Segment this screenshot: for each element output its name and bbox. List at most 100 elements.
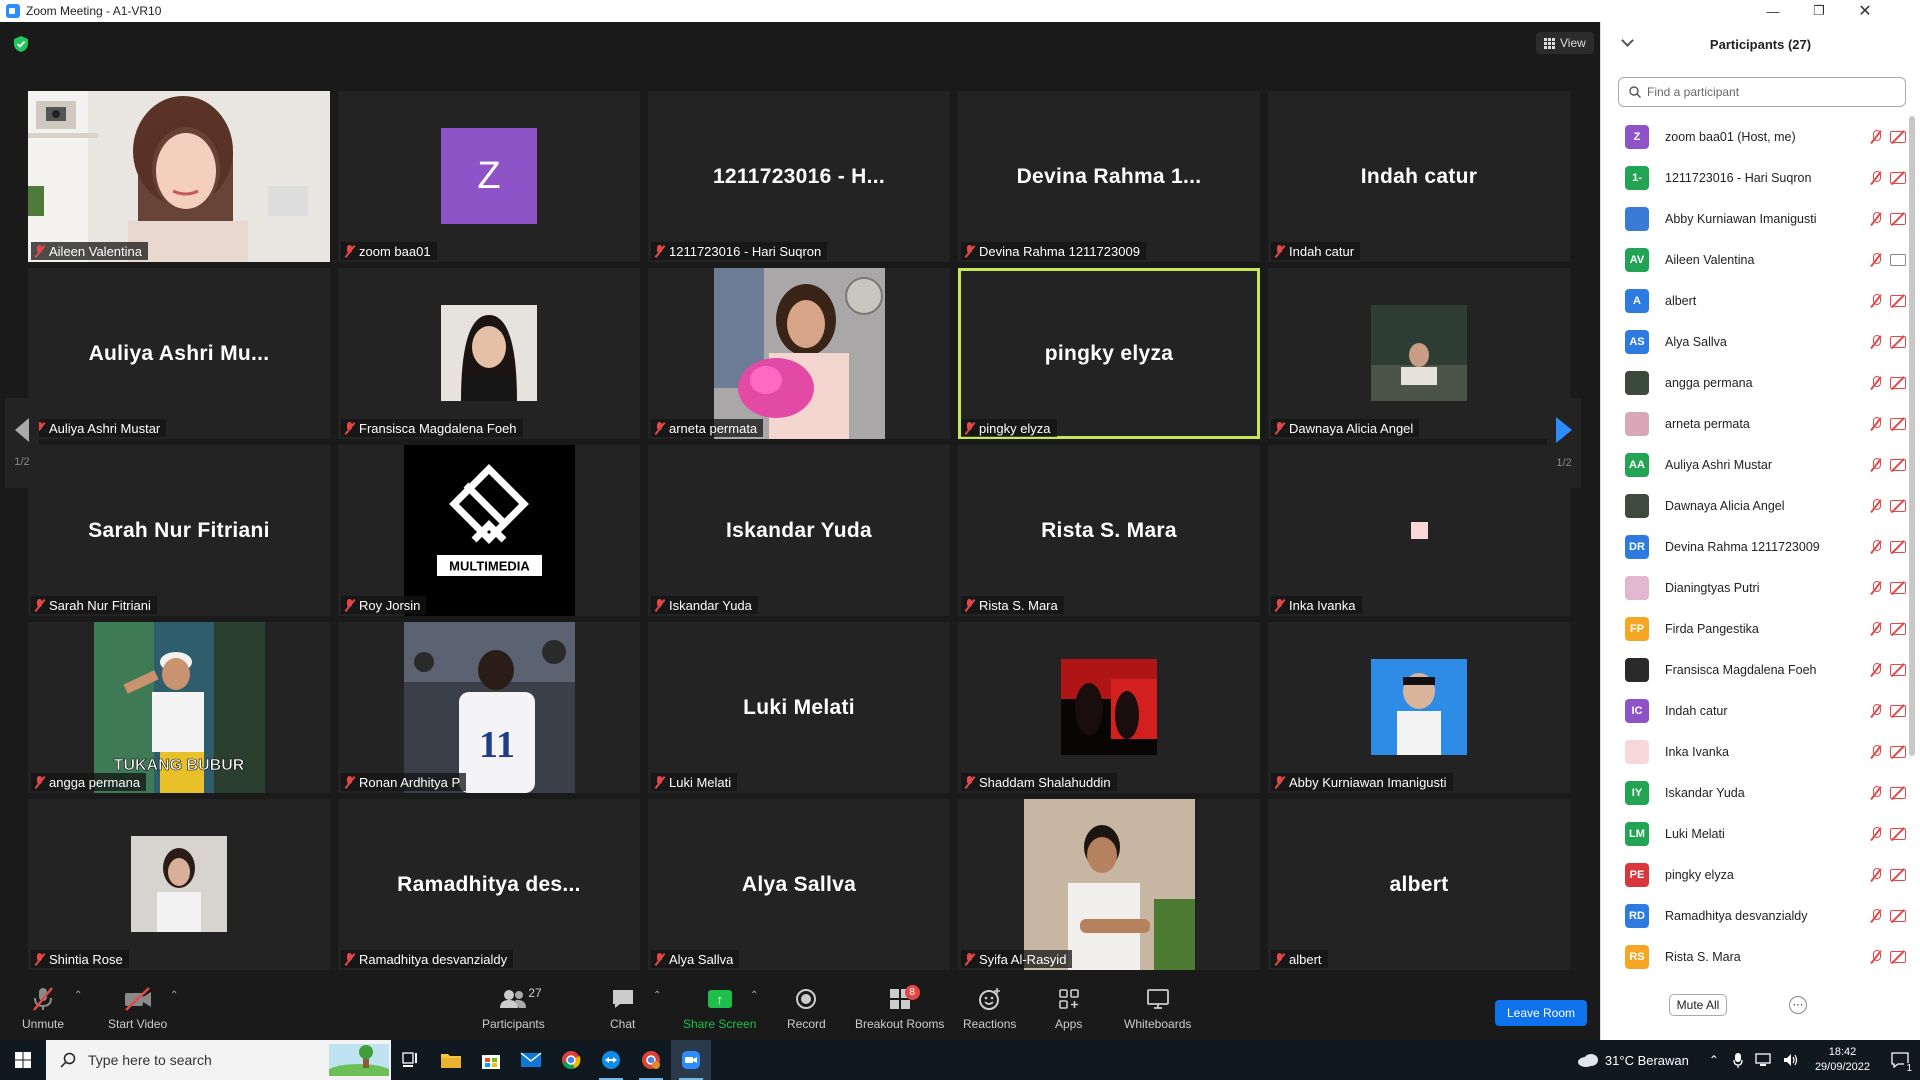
video-options-caret-icon[interactable]: ⌃ <box>170 990 178 1001</box>
volume-icon[interactable] <box>1783 1053 1799 1067</box>
participant-row[interactable]: 1- 1211723016 - Hari Suqron <box>1601 157 1906 198</box>
participant-row[interactable]: IY Iskandar Yuda <box>1601 772 1906 813</box>
video-tile[interactable]: Abby Kurniawan Imanigusti <box>1268 622 1570 793</box>
microphone-icon[interactable] <box>1733 1052 1743 1068</box>
video-tile[interactable]: Shintia Rose <box>28 799 330 970</box>
taskbar-clock[interactable]: 18:42 29/09/2022 <box>1815 1045 1870 1075</box>
participant-row[interactable]: Zzoom baa01 (Host, me) <box>1601 116 1906 157</box>
teamviewer-app[interactable] <box>591 1040 631 1080</box>
video-tile[interactable]: Luki Melati Luki Melati <box>648 622 950 793</box>
participant-row[interactable]: FP Firda Pangestika <box>1601 608 1906 649</box>
start-video-button[interactable]: Start Video <box>108 986 167 1031</box>
encryption-shield-icon[interactable] <box>14 36 28 52</box>
leave-room-button[interactable]: Leave Room <box>1495 1000 1587 1026</box>
participant-row[interactable]: Abby Kurniawan Imanigusti <box>1601 198 1906 239</box>
participant-row[interactable]: AV Aileen Valentina <box>1601 239 1906 280</box>
show-hidden-icons-chevron-icon[interactable]: ⌃ <box>1709 1053 1719 1067</box>
mute-all-button[interactable]: Mute All <box>1669 994 1727 1016</box>
participant-row[interactable]: Dianingtyas Putri <box>1601 567 1906 608</box>
file-explorer-app[interactable] <box>431 1040 471 1080</box>
video-tile[interactable]: Shaddam Shalahuddin <box>958 622 1260 793</box>
windows-logo-icon <box>15 1052 31 1068</box>
task-view-button[interactable] <box>391 1040 431 1080</box>
video-tile[interactable]: 11 Ronan Ardhitya P <box>338 622 640 793</box>
participant-row[interactable]: angga permana <box>1601 362 1906 403</box>
muted-mic-icon <box>1870 539 1882 554</box>
record-button[interactable]: Record <box>787 986 826 1031</box>
participant-name-label: 1211723016 - Hari Suqron <box>651 242 828 260</box>
apps-button[interactable]: Apps <box>1055 986 1082 1031</box>
participant-row[interactable]: PE pingky elyza <box>1601 854 1906 895</box>
mail-app[interactable] <box>511 1040 551 1080</box>
chrome-profile-app[interactable] <box>631 1040 671 1080</box>
participant-row[interactable]: AS Alya Sallva <box>1601 321 1906 362</box>
video-tile[interactable]: Aileen Valentina <box>28 91 330 262</box>
participant-status-icons <box>1870 895 1906 936</box>
participant-row[interactable]: LM Luki Melati <box>1601 813 1906 854</box>
whiteboards-button[interactable]: Whiteboards <box>1124 986 1191 1031</box>
weather-text[interactable]: 31°C Berawan <box>1605 1053 1689 1068</box>
participant-search-input[interactable]: Find a participant <box>1618 77 1906 107</box>
participant-row[interactable]: RD Ramadhitya desvanzialdy <box>1601 895 1906 936</box>
video-tile[interactable]: Indah catur Indah catur <box>1268 91 1570 262</box>
zoom-app[interactable] <box>671 1040 711 1080</box>
muted-mic-icon <box>1870 662 1882 677</box>
view-button[interactable]: View <box>1536 32 1594 54</box>
reactions-button[interactable]: Reactions <box>963 986 1016 1031</box>
teamviewer-icon <box>602 1051 620 1069</box>
notification-center-button[interactable]: 1 <box>1880 1040 1920 1080</box>
video-tile[interactable]: Sarah Nur Fitriani Sarah Nur Fitriani <box>28 445 330 616</box>
chat-button[interactable]: Chat <box>610 986 635 1031</box>
participant-row[interactable]: Inka Ivanka <box>1601 731 1906 772</box>
taskbar-search-box[interactable]: Type here to search <box>46 1040 391 1080</box>
maximize-button[interactable]: ❐ <box>1796 0 1842 22</box>
breakout-rooms-button[interactable]: 8 Breakout Rooms <box>855 985 944 1031</box>
audio-options-caret-icon[interactable]: ⌃ <box>74 990 82 1001</box>
video-tile[interactable]: Syifa Al-Rasyid <box>958 799 1260 970</box>
network-icon[interactable] <box>1755 1053 1771 1067</box>
video-tile[interactable]: Inka Ivanka <box>1268 445 1570 616</box>
participant-row[interactable]: arneta permata <box>1601 403 1906 444</box>
video-tile[interactable]: MULTIMEDIA Roy Jorsin <box>338 445 640 616</box>
video-tile[interactable]: Rista S. Mara Rista S. Mara <box>958 445 1260 616</box>
share-screen-button[interactable]: ↑ Share Screen <box>683 986 756 1031</box>
video-tile[interactable]: Z zoom baa01 <box>338 91 640 262</box>
participant-avatar: IC <box>1625 698 1649 723</box>
video-tile[interactable]: Auliya Ashri Mu... Auliya Ashri Mustar <box>28 268 330 439</box>
video-tile[interactable]: 1211723016 - H... 1211723016 - Hari Suqr… <box>648 91 950 262</box>
video-tile[interactable]: TUKANG BUBUR angga permana <box>28 622 330 793</box>
video-tile[interactable]: Fransisca Magdalena Foeh <box>338 268 640 439</box>
video-tile[interactable]: Dawnaya Alicia Angel <box>1268 268 1570 439</box>
participant-row[interactable]: IC Indah catur <box>1601 690 1906 731</box>
chat-options-caret-icon[interactable]: ⌃ <box>653 990 661 1001</box>
next-page-button[interactable]: 1/2 <box>1547 398 1581 488</box>
video-tile[interactable]: Devina Rahma 1... Devina Rahma 121172300… <box>958 91 1260 262</box>
participant-row[interactable]: Aalbert <box>1601 280 1906 321</box>
collapse-chevron-icon[interactable] <box>1621 34 1634 47</box>
video-tile[interactable]: arneta permata <box>648 268 950 439</box>
participant-row[interactable]: RS Rista S. Mara <box>1601 936 1906 977</box>
close-button[interactable]: ✕ <box>1842 0 1888 22</box>
participant-row[interactable]: DR Devina Rahma 1211723009 <box>1601 526 1906 567</box>
video-tile[interactable]: Alya Sallva Alya Sallva <box>648 799 950 970</box>
unmute-button[interactable]: Unmute <box>22 986 64 1031</box>
previous-page-button[interactable]: 1/2 <box>5 398 39 488</box>
participants-button[interactable]: 27 Participants <box>482 986 545 1031</box>
participant-row[interactable]: AA Auliya Ashri Mustar <box>1601 444 1906 485</box>
more-options-icon[interactable]: ⋯ <box>1789 996 1807 1014</box>
video-tile[interactable]: Iskandar Yuda Iskandar Yuda <box>648 445 950 616</box>
participant-row[interactable]: Dawnaya Alicia Angel <box>1601 485 1906 526</box>
video-tile[interactable]: albert albert <box>1268 799 1570 970</box>
video-tile[interactable]: Ramadhitya des... Ramadhitya desvanziald… <box>338 799 640 970</box>
share-options-caret-icon[interactable]: ⌃ <box>750 990 758 1001</box>
panel-scrollbar[interactable] <box>1909 116 1915 756</box>
participant-name-label: Alya Sallva <box>651 950 740 968</box>
start-button[interactable] <box>0 1040 46 1080</box>
chrome-app[interactable] <box>551 1040 591 1080</box>
participant-status-icons <box>1870 526 1906 567</box>
video-tile-active-speaker[interactable]: pingky elyza pingky elyza <box>958 268 1260 439</box>
microsoft-store-app[interactable] <box>471 1040 511 1080</box>
participant-row[interactable]: Fransisca Magdalena Foeh <box>1601 649 1906 690</box>
participant-name: Auliya Ashri Mustar <box>1665 457 1772 472</box>
minimize-button[interactable]: — <box>1750 0 1796 22</box>
